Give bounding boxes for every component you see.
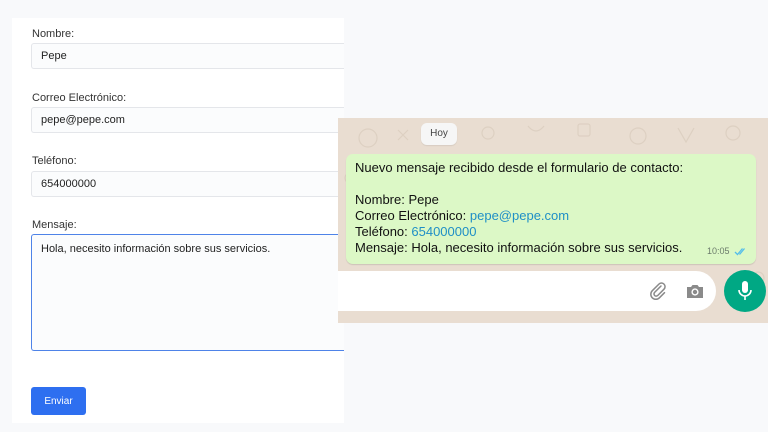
phone-field[interactable] — [31, 171, 344, 197]
message-bubble: Nuevo mensaje recibido desde el formular… — [346, 154, 756, 264]
whatsapp-chat: Hoy Nuevo mensaje recibido desde el form… — [338, 118, 768, 323]
camera-icon[interactable] — [685, 281, 705, 301]
phone-label: Teléfono: — [32, 155, 77, 167]
email-label: Correo Electrónico: — [32, 92, 127, 104]
submit-button[interactable]: Enviar — [31, 387, 86, 415]
date-chip: Hoy — [421, 123, 457, 145]
email-prefix: Correo Electrónico: — [355, 208, 470, 223]
message-time: 10:05 — [706, 246, 730, 256]
email-field[interactable] — [31, 107, 344, 133]
paperclip-icon[interactable] — [648, 281, 668, 301]
double-check-icon — [734, 248, 745, 256]
message-text-line: Mensaje: Hola, necesito información sobr… — [355, 240, 683, 255]
contact-form: Nombre: Correo Electrónico: Teléfono: Me… — [12, 18, 344, 423]
message-input-bar[interactable] — [338, 271, 716, 311]
email-link[interactable]: pepe@pepe.com — [470, 208, 569, 223]
name-field[interactable] — [31, 43, 344, 69]
mic-button[interactable] — [724, 270, 766, 312]
message-header: Nuevo mensaje recibido desde el formular… — [355, 160, 684, 175]
message-name-line: Nombre: Pepe — [355, 192, 439, 207]
phone-link[interactable]: 654000000 — [411, 224, 476, 239]
message-meta: 10:05 — [707, 246, 748, 256]
phone-prefix: Teléfono: — [355, 224, 412, 239]
microphone-icon — [738, 281, 752, 300]
message-label: Mensaje: — [32, 219, 77, 231]
message-email-line: Correo Electrónico: pepe@pepe.com — [355, 208, 569, 223]
name-label: Nombre: — [32, 28, 75, 40]
message-field[interactable]: Hola, necesito información sobre sus ser… — [31, 234, 344, 351]
message-phone-line: Teléfono: 654000000 — [355, 224, 476, 239]
